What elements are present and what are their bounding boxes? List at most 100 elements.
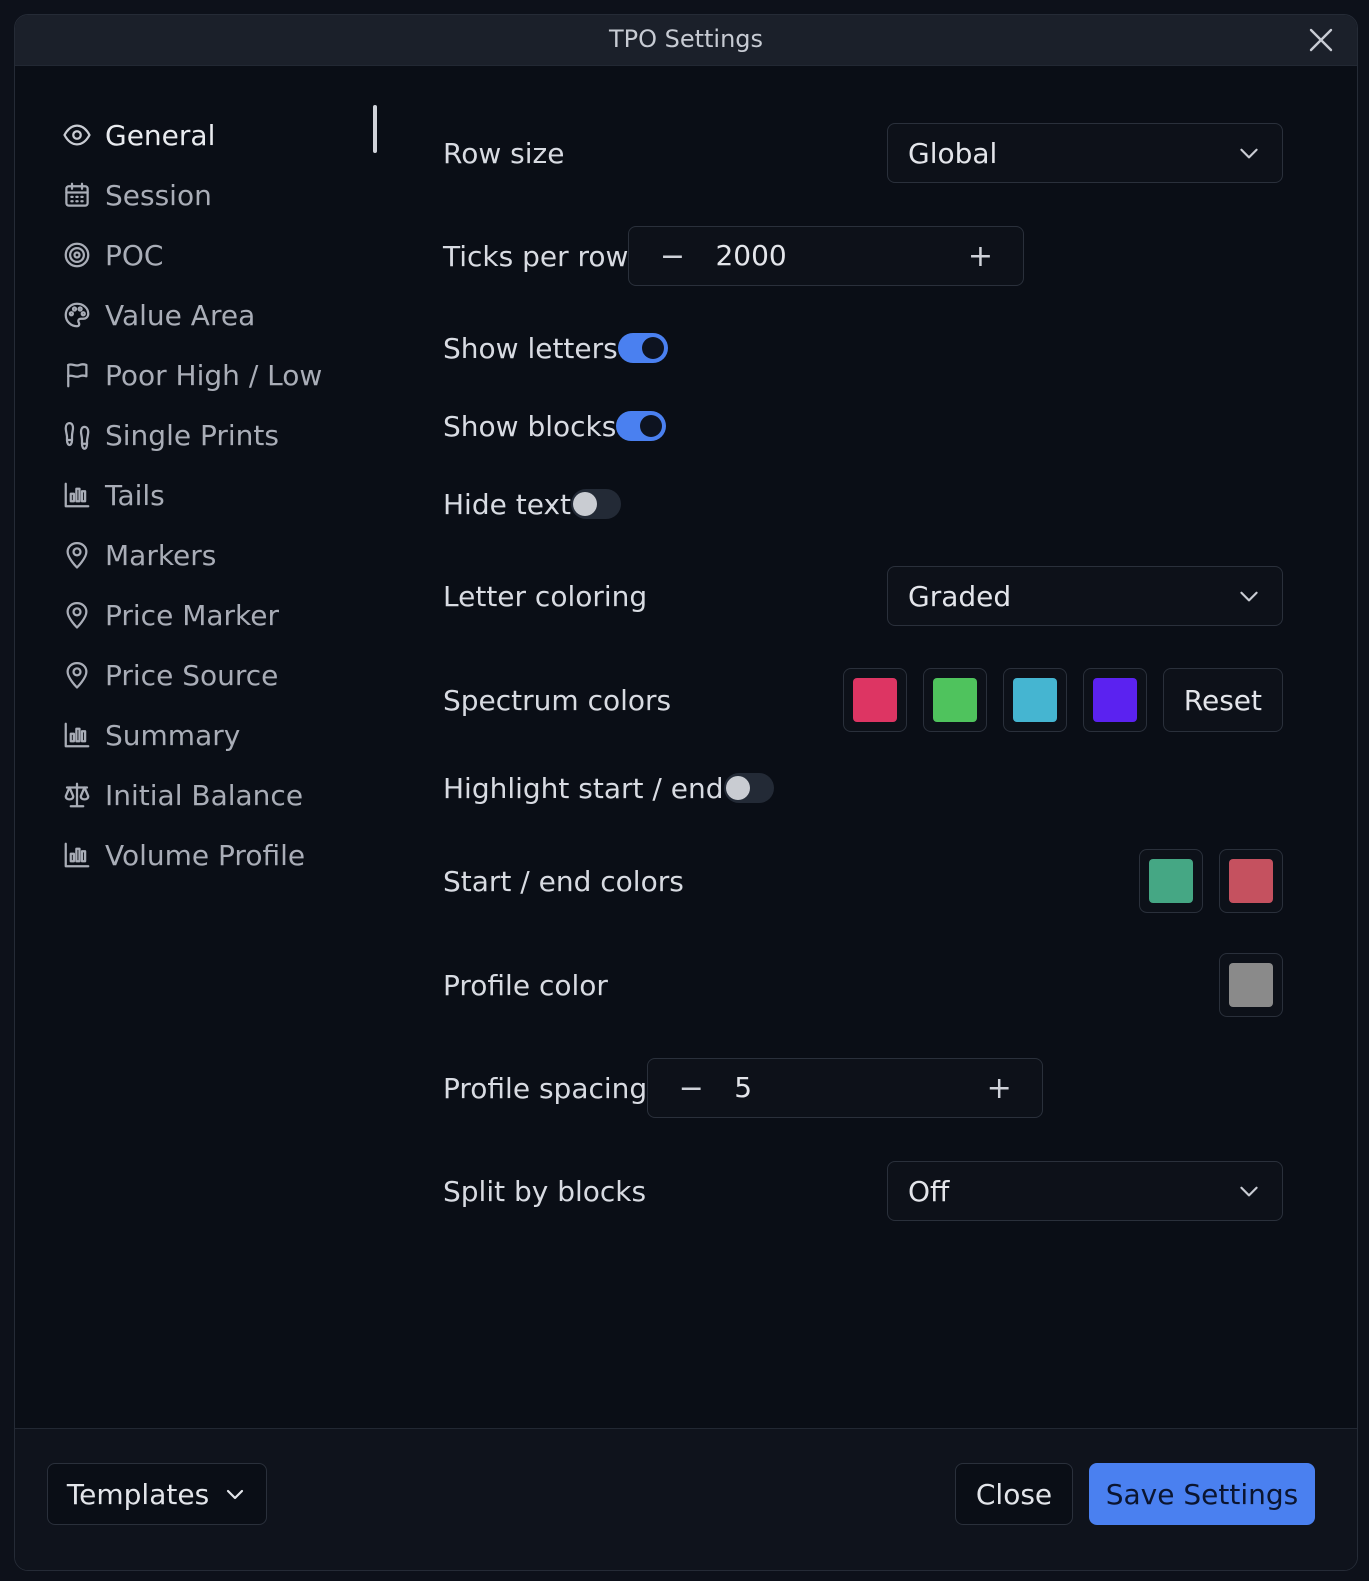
sidebar-item-general[interactable]: General <box>61 105 381 165</box>
sidebar-item-price-marker[interactable]: Price Marker <box>61 585 381 645</box>
sidebar-item-label: Tails <box>105 478 165 512</box>
sidebar-item-session[interactable]: Session <box>61 165 381 225</box>
show-blocks-label: Show blocks <box>443 409 617 443</box>
profile-spacing-row: Profile spacing − 5 + <box>443 1056 1283 1120</box>
sidebar-item-initial-balance[interactable]: Initial Balance <box>61 765 381 825</box>
show-letters-row: Show letters <box>443 331 1283 365</box>
toggle-knob <box>641 337 664 359</box>
close-button[interactable]: Close <box>955 1463 1073 1525</box>
profile-spacing-input[interactable]: 5 <box>734 1071 752 1104</box>
split-by-blocks-select[interactable]: Off <box>887 1161 1283 1221</box>
chevron-down-icon <box>227 1489 244 1500</box>
row-size-label: Row size <box>443 136 565 170</box>
split-by-blocks-row: Split by blocks Off <box>443 1159 1283 1223</box>
increment-button[interactable]: + <box>969 1059 1029 1117</box>
reset-colors-button[interactable]: Reset <box>1162 668 1283 732</box>
dialog-title: TPO Settings <box>608 25 764 53</box>
ticks-per-row-stepper: − 2000 + <box>628 226 1025 286</box>
spectrum-colors-label: Spectrum colors <box>443 683 672 717</box>
end-color-swatch[interactable] <box>1219 849 1283 913</box>
profile-spacing-label: Profile spacing <box>443 1071 648 1105</box>
bar-chart-icon <box>61 839 93 871</box>
split-by-blocks-label: Split by blocks <box>443 1174 647 1208</box>
chevron-down-icon <box>1240 1186 1258 1197</box>
decrement-button[interactable]: − <box>642 227 702 285</box>
sidebar-item-single-prints[interactable]: Single Prints <box>61 405 381 465</box>
sidebar-item-label: Value Area <box>105 298 256 332</box>
sidebar-item-summary[interactable]: Summary <box>61 705 381 765</box>
map-pin-icon <box>61 599 93 631</box>
color-fill <box>1229 963 1273 1007</box>
sidebar-item-label: Initial Balance <box>105 778 304 812</box>
show-blocks-row: Show blocks <box>443 409 1283 443</box>
templates-dropdown-button[interactable]: Templates <box>47 1463 267 1525</box>
row-size-value: Global <box>908 136 998 170</box>
hide-text-row: Hide text <box>443 487 1283 521</box>
footprints-icon <box>61 419 93 451</box>
start-end-swatches <box>1123 849 1283 913</box>
bar-chart-icon <box>61 719 93 751</box>
highlight-start-end-toggle[interactable] <box>723 773 774 803</box>
profile-color-swatches <box>1203 953 1283 1017</box>
show-letters-toggle[interactable] <box>617 333 668 363</box>
ticks-per-row-label: Ticks per row <box>443 239 629 273</box>
toggle-knob <box>725 776 750 800</box>
color-fill <box>1149 859 1193 903</box>
row-size-select[interactable]: Global <box>887 123 1283 183</box>
profile-spacing-stepper: − 5 + <box>647 1058 1044 1118</box>
hide-text-label: Hide text <box>443 487 571 521</box>
sidebar-item-label: Volume Profile <box>105 838 306 872</box>
calendar-icon <box>61 179 93 211</box>
sidebar-nav: General Session POC Value Area Poor High… <box>61 105 381 885</box>
color-fill <box>852 678 897 722</box>
map-pin-icon <box>61 539 93 571</box>
sidebar-item-label: General <box>105 118 216 152</box>
color-fill <box>1012 678 1057 722</box>
close-dialog-button[interactable] <box>1307 26 1335 54</box>
toggle-knob <box>573 492 597 516</box>
split-by-blocks-value: Off <box>908 1174 950 1208</box>
sidebar-item-markers[interactable]: Markers <box>61 525 381 585</box>
letter-coloring-select[interactable]: Graded <box>887 566 1283 626</box>
color-fill <box>932 678 977 722</box>
highlight-start-end-label: Highlight start / end <box>443 771 724 805</box>
ticks-per-row-row: Ticks per row − 2000 + <box>443 224 1283 288</box>
ticks-per-row-input[interactable]: 2000 <box>715 239 786 272</box>
sidebar-item-label: Markers <box>105 538 217 572</box>
map-pin-icon <box>61 659 93 691</box>
start-end-colors-label: Start / end colors <box>443 864 684 898</box>
start-end-colors-row: Start / end colors <box>443 849 1283 913</box>
color-fill <box>1092 678 1137 722</box>
spectrum-swatches: Reset <box>827 668 1283 732</box>
spectrum-color-2-swatch[interactable] <box>922 668 987 732</box>
sidebar-item-volume-profile[interactable]: Volume Profile <box>61 825 381 885</box>
start-color-swatch[interactable] <box>1139 849 1203 913</box>
spectrum-color-1-swatch[interactable] <box>842 668 907 732</box>
spectrum-color-4-swatch[interactable] <box>1082 668 1147 732</box>
spectrum-color-3-swatch[interactable] <box>1002 668 1067 732</box>
letter-coloring-value: Graded <box>908 579 1012 613</box>
hide-text-toggle[interactable] <box>571 489 621 519</box>
sidebar-item-label: Session <box>105 178 212 212</box>
bar-chart-icon <box>61 479 93 511</box>
decrement-button[interactable]: − <box>661 1059 721 1117</box>
chevron-down-icon <box>1240 148 1258 159</box>
show-blocks-toggle[interactable] <box>616 411 667 441</box>
increment-button[interactable]: + <box>950 227 1010 285</box>
sidebar-item-value-area[interactable]: Value Area <box>61 285 381 345</box>
profile-color-swatch[interactable] <box>1219 953 1283 1017</box>
dialog-footer: Templates Close Save Settings <box>15 1428 1357 1570</box>
sidebar-item-label: Poor High / Low <box>105 358 323 392</box>
sidebar-item-label: Summary <box>105 718 241 752</box>
sidebar-item-price-source[interactable]: Price Source <box>61 645 381 705</box>
sidebar-item-poor-high-low[interactable]: Poor High / Low <box>61 345 381 405</box>
letter-coloring-label: Letter coloring <box>443 579 648 613</box>
eye-icon <box>61 119 93 151</box>
sidebar-item-tails[interactable]: Tails <box>61 465 381 525</box>
highlight-start-end-row: Highlight start / end <box>443 771 1283 805</box>
flag-icon <box>61 359 93 391</box>
sidebar-item-poc[interactable]: POC <box>61 225 381 285</box>
save-settings-button[interactable]: Save Settings <box>1089 1463 1315 1525</box>
show-letters-label: Show letters <box>443 331 618 365</box>
scale-icon <box>61 779 93 811</box>
